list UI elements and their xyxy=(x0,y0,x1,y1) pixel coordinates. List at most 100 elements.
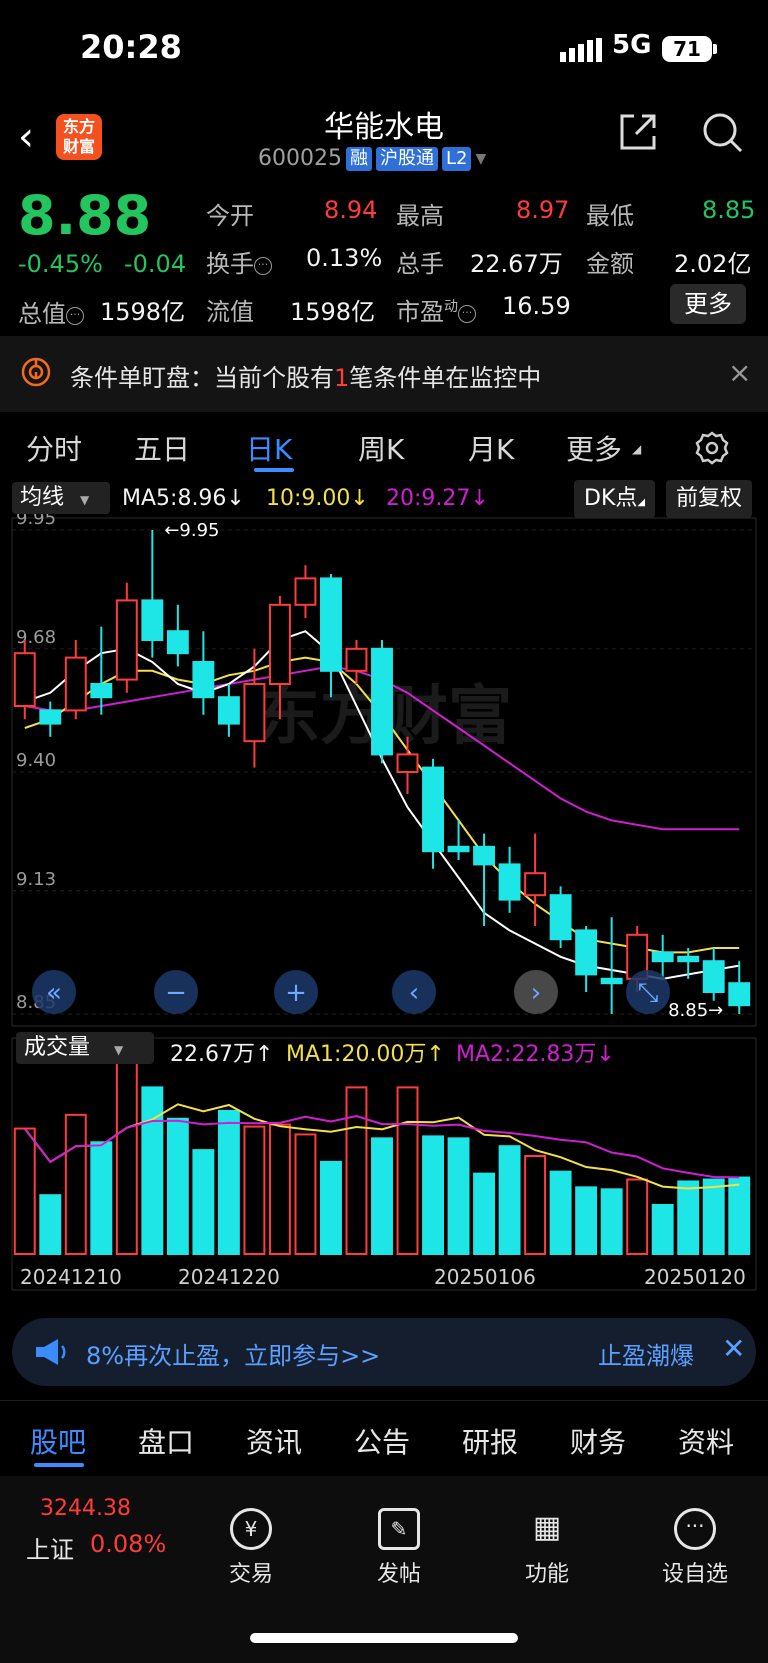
ma10-value: 10:9.00↓ xyxy=(266,486,369,511)
candle-down xyxy=(549,894,572,941)
tab-finance[interactable]: 财务 xyxy=(570,1421,626,1461)
y-tick-label: 9.95 xyxy=(16,514,56,529)
double-left-icon[interactable]: « xyxy=(32,970,76,1014)
volume-bar xyxy=(141,1086,164,1256)
condition-alert-bar[interactable]: 条件单盯盘：当前个股有1笔条件单在监控中 × xyxy=(0,336,768,412)
svg-text:+: + xyxy=(285,978,307,1008)
volume-bar xyxy=(268,1123,291,1256)
stock-code-row[interactable]: 600025 融 沪股通 L2 ▼ xyxy=(258,146,486,171)
close-icon[interactable]: ✕ xyxy=(722,1332,745,1365)
candle-up xyxy=(115,599,138,681)
volume-bar xyxy=(115,1057,138,1255)
svg-text:«: « xyxy=(46,978,62,1008)
tab-orderbook[interactable]: 盘口 xyxy=(138,1421,194,1461)
indicator-dropdown[interactable]: 均线 ▼ xyxy=(12,482,110,514)
zoom-out-icon[interactable]: − xyxy=(154,970,198,1014)
candle-down xyxy=(677,955,700,963)
candle-up xyxy=(396,753,419,773)
date-label: 20241210 xyxy=(20,1265,122,1289)
candle-down xyxy=(422,766,444,853)
functions-button[interactable]: ▦ 功能 xyxy=(492,1508,602,1588)
volume-bar xyxy=(217,1109,240,1255)
tab-more[interactable]: 更多 xyxy=(566,428,622,468)
date-label: 20250120 xyxy=(644,1265,746,1289)
open-label: 今开 xyxy=(206,202,254,230)
more-button[interactable]: 更多 xyxy=(670,284,746,324)
tab-monthly[interactable]: 月K xyxy=(468,428,514,468)
candle-down xyxy=(371,647,393,756)
zoom-in-icon[interactable]: + xyxy=(274,970,318,1014)
volume-bar xyxy=(64,1113,87,1256)
promo-banner[interactable]: 8%再次止盈，立即参与>> 止盈潮爆 ✕ xyxy=(12,1318,756,1386)
vol-ma2-value: MA2:22.83万↓ xyxy=(456,1042,615,1067)
volume-indicator-dropdown[interactable]: 成交量 ▼ xyxy=(16,1032,154,1064)
index-value[interactable]: 3244.38 xyxy=(40,1496,131,1521)
volume-bar xyxy=(345,1086,368,1256)
caret-down-icon: ▼ xyxy=(475,150,487,167)
watchlist-button[interactable]: ··· 设自选 xyxy=(640,1508,750,1588)
period-tabs: 分时 五日 日K 周K 月K 更多 ◢ xyxy=(0,412,768,480)
candle-down xyxy=(702,960,725,994)
candle-up xyxy=(345,647,368,672)
candle-up xyxy=(13,652,36,707)
section-tabs: 股吧 盘口 资讯 公告 研报 财务 资料 xyxy=(0,1400,768,1470)
tab-intraday[interactable]: 分时 xyxy=(26,428,82,468)
battery-icon: 71 xyxy=(662,36,712,62)
margin-tag: 融 xyxy=(345,146,372,171)
y-tick-label: 9.68 xyxy=(16,627,56,648)
scroll-left-icon[interactable]: ‹ xyxy=(392,970,436,1014)
volume-bar xyxy=(90,1141,113,1256)
tab-research[interactable]: 研报 xyxy=(462,1421,518,1461)
active-tab-indicator xyxy=(254,468,294,472)
tab-news[interactable]: 资讯 xyxy=(246,1421,302,1461)
active-section-indicator xyxy=(34,1463,84,1467)
index-name[interactable]: 上证 xyxy=(26,1530,74,1565)
stock-code: 600025 xyxy=(258,146,342,171)
scroll-right-icon[interactable]: › xyxy=(514,970,558,1014)
volume-bar xyxy=(677,1180,700,1255)
last-price: 8.88 xyxy=(18,184,152,247)
low-label: 最低 xyxy=(586,202,634,230)
candle-down xyxy=(447,845,470,853)
volume-label: 总手 xyxy=(396,250,444,278)
volume-bar xyxy=(575,1186,598,1255)
float-value: 1598亿 xyxy=(290,298,376,326)
candle-down xyxy=(141,599,164,641)
close-icon[interactable]: × xyxy=(728,356,751,389)
share-icon[interactable] xyxy=(616,110,660,158)
candle-down xyxy=(166,630,189,655)
pe-label[interactable]: 市盈动 ··· xyxy=(396,292,476,327)
pe-value: 16.59 xyxy=(502,292,571,320)
volume-bar xyxy=(626,1178,649,1256)
tab-profile[interactable]: 资料 xyxy=(678,1421,734,1461)
info-icon: ··· xyxy=(66,307,84,325)
total-value: 1598亿 xyxy=(100,298,186,326)
status-bar: 20:28 5G 71 xyxy=(0,0,768,100)
tab-weekly[interactable]: 周K xyxy=(358,428,404,468)
tab-forum[interactable]: 股吧 xyxy=(30,1421,86,1461)
volume-bar xyxy=(371,1137,393,1255)
post-button[interactable]: ✎ 发帖 xyxy=(344,1508,454,1588)
adjust-button[interactable]: 前复权 xyxy=(666,480,753,518)
tab-announcements[interactable]: 公告 xyxy=(354,1421,410,1461)
volume-bar xyxy=(422,1135,444,1256)
kline-chart[interactable]: 9.959.689.409.138.85东方财富←9.958.85→«−+‹›⤡… xyxy=(0,514,768,1314)
candle-up xyxy=(64,656,87,712)
total-value-label[interactable]: 总值 ··· xyxy=(18,294,84,329)
volume-bar xyxy=(294,1133,317,1255)
tab-daily[interactable]: 日K xyxy=(246,428,292,468)
turnover-label[interactable]: 换手 ··· xyxy=(206,244,272,279)
fullscreen-icon[interactable]: ⤡ xyxy=(626,970,670,1014)
volume-value: 22.67万↑ xyxy=(170,1042,274,1067)
promo-link[interactable]: 止盈潮爆 xyxy=(598,1336,694,1371)
candle-down xyxy=(90,683,113,699)
dk-point-button[interactable]: DK点◢ xyxy=(574,480,656,518)
search-icon[interactable] xyxy=(700,110,746,160)
trade-button[interactable]: ¥ 交易 xyxy=(196,1508,306,1588)
amount-value: 2.02亿 xyxy=(674,250,752,278)
settings-icon[interactable] xyxy=(694,430,730,470)
volume-bar xyxy=(728,1176,751,1255)
tab-5day[interactable]: 五日 xyxy=(134,428,190,468)
y-tick-label: 9.40 xyxy=(16,750,56,771)
index-change: 0.08% xyxy=(90,1530,167,1558)
